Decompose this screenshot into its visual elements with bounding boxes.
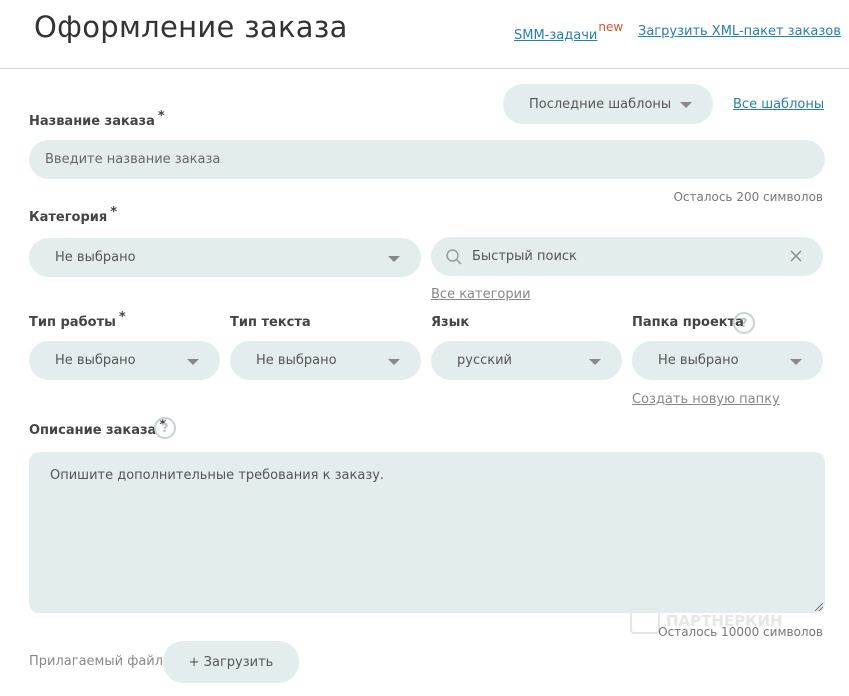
header-divider xyxy=(0,68,849,69)
project-folder-label: Папка проекта xyxy=(632,315,744,330)
upload-button-label: + Загрузить xyxy=(188,654,274,670)
description-placeholder: Опишите дополнительные требования к зака… xyxy=(50,468,385,483)
order-name-placeholder: Введите название заказа xyxy=(45,152,221,167)
order-name-input[interactable]: Введите название заказа xyxy=(29,140,825,179)
required-mark: * xyxy=(118,310,126,325)
description-label: Описание заказа * xyxy=(29,418,166,438)
create-folder-link[interactable]: Создать новую папку xyxy=(632,392,780,407)
project-folder-value: Не выбрано xyxy=(658,353,739,368)
description-label-text: Описание заказа xyxy=(29,423,157,438)
close-icon[interactable] xyxy=(790,250,802,262)
text-type-select[interactable]: Не выбрано xyxy=(230,341,421,380)
chevron-down-icon xyxy=(680,102,692,108)
language-select[interactable]: русский xyxy=(431,341,622,380)
search-icon xyxy=(446,248,462,265)
order-name-label-text: Название заказа xyxy=(29,114,155,129)
language-value: русский xyxy=(457,353,512,368)
category-label: Категория * xyxy=(29,205,117,225)
templates-select[interactable]: Последние шаблоны xyxy=(503,84,713,124)
category-search-placeholder: Быстрый поиск xyxy=(472,249,577,264)
text-type-label: Тип текста xyxy=(230,315,311,330)
upload-xml-link[interactable]: Загрузить XML-пакет заказов xyxy=(638,24,841,39)
templates-select-label: Последние шаблоны xyxy=(529,96,672,112)
chevron-down-icon xyxy=(388,255,400,262)
smm-tasks-link-wrap: SMM-задачиnew xyxy=(514,20,623,43)
project-folder-help-icon[interactable]: ? xyxy=(733,312,755,334)
new-badge: new xyxy=(598,20,624,34)
text-type-value: Не выбрано xyxy=(256,353,337,368)
required-mark: * xyxy=(110,205,118,220)
project-folder-select[interactable]: Не выбрано xyxy=(632,341,823,380)
language-label: Язык xyxy=(431,315,470,330)
upload-button[interactable]: + Загрузить xyxy=(163,641,299,683)
description-help-icon[interactable]: ? xyxy=(154,417,176,439)
category-select-value: Не выбрано xyxy=(55,250,136,265)
work-type-select[interactable]: Не выбрано xyxy=(29,341,220,380)
description-remaining: Осталось 10000 символов xyxy=(658,625,823,639)
smm-tasks-link[interactable]: SMM-задачи xyxy=(514,28,597,43)
page-title: Оформление заказа xyxy=(34,10,348,44)
order-name-remaining: Осталось 200 символов xyxy=(673,190,823,204)
attachment-label: Прилагаемый файл xyxy=(29,654,164,669)
description-textarea[interactable]: Опишите дополнительные требования к зака… xyxy=(29,452,825,613)
resize-handle-icon[interactable] xyxy=(815,603,823,611)
chevron-down-icon xyxy=(187,358,199,365)
work-type-label: Тип работы * xyxy=(29,310,126,330)
watermark-icon xyxy=(630,608,660,634)
work-type-label-text: Тип работы xyxy=(29,315,116,330)
chevron-down-icon xyxy=(790,358,802,365)
chevron-down-icon xyxy=(388,358,400,365)
all-templates-link[interactable]: Все шаблоны xyxy=(733,97,824,112)
required-mark: * xyxy=(157,109,165,124)
category-select[interactable]: Не выбрано xyxy=(29,238,421,277)
work-type-value: Не выбрано xyxy=(55,353,136,368)
category-label-text: Категория xyxy=(29,210,108,225)
chevron-down-icon xyxy=(589,358,601,365)
order-name-label: Название заказа * xyxy=(29,109,165,129)
all-categories-link[interactable]: Все категории xyxy=(431,287,531,302)
category-search-input[interactable]: Быстрый поиск xyxy=(431,237,823,276)
